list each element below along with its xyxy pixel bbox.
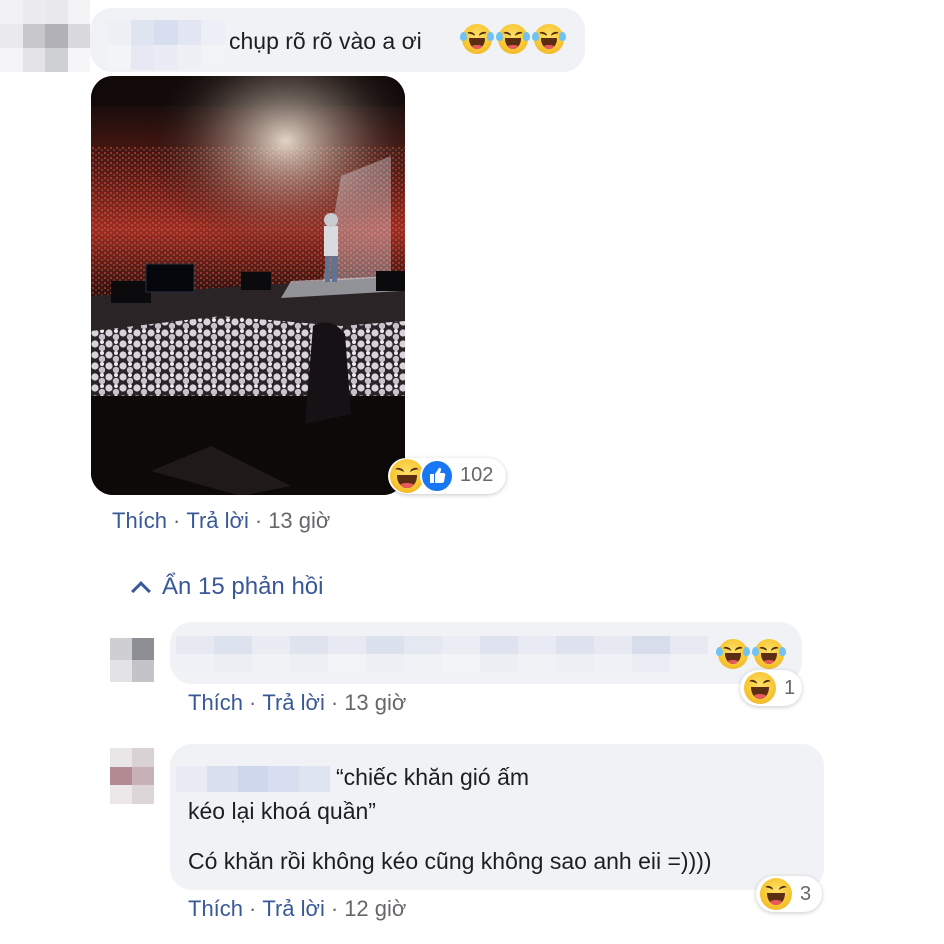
- replier-name[interactable]: [176, 766, 330, 792]
- timestamp[interactable]: 12 giờ: [344, 896, 406, 921]
- like-link[interactable]: Thích: [112, 508, 167, 533]
- reply-actions: Thích · Trả lời · 13 giờ: [188, 690, 407, 715]
- avatar[interactable]: [110, 748, 154, 804]
- chevron-up-icon: [131, 581, 151, 601]
- comment-actions: Thích · Trả lời · 13 giờ: [112, 508, 331, 533]
- reply-link[interactable]: Trả lời: [262, 896, 325, 921]
- hide-replies-toggle[interactable]: Ẩn 15 phản hồi: [128, 570, 323, 604]
- comment-photo[interactable]: [91, 76, 405, 495]
- timestamp[interactable]: 13 giờ: [268, 508, 330, 533]
- reply-link[interactable]: Trả lời: [186, 508, 249, 533]
- haha-reaction-icon: [744, 672, 776, 704]
- laughing-tears-icon: [752, 639, 786, 669]
- reaction-count: 3: [800, 883, 812, 905]
- reply-actions: Thích · Trả lời · 12 giờ: [188, 896, 407, 921]
- laughing-tears-icon: [532, 24, 566, 54]
- like-link[interactable]: Thích: [188, 690, 243, 715]
- haha-reaction-icon: [760, 878, 792, 910]
- laughing-tears-icon: [496, 24, 530, 54]
- avatar[interactable]: [110, 638, 154, 682]
- avatar[interactable]: [0, 0, 90, 72]
- reply-link[interactable]: Trả lời: [262, 690, 325, 715]
- concert-stage-photo: [91, 76, 405, 495]
- like-reaction-icon: [420, 459, 454, 493]
- haha-reaction-icon: [390, 459, 424, 493]
- reply-text-line: Có khăn rồi không kéo cũng không sao anh…: [188, 848, 712, 874]
- reply-text-line: kéo lại khoá quần”: [188, 798, 376, 824]
- reply-text-line: “chiếc khăn gió ấm: [336, 764, 530, 790]
- reaction-count: 1: [784, 677, 796, 699]
- hide-replies-label: Ẩn 15 phản hồi: [162, 573, 324, 600]
- timestamp[interactable]: 13 giờ: [344, 690, 406, 715]
- laughing-tears-icon: [460, 24, 494, 54]
- reply-text-censored: [176, 636, 708, 672]
- comment-text: chụp rõ rõ vào a ơi: [229, 28, 422, 54]
- laughing-tears-icon: [716, 639, 750, 669]
- commenter-name[interactable]: [107, 20, 225, 70]
- like-link[interactable]: Thích: [188, 896, 243, 921]
- reaction-count: 102: [460, 464, 494, 486]
